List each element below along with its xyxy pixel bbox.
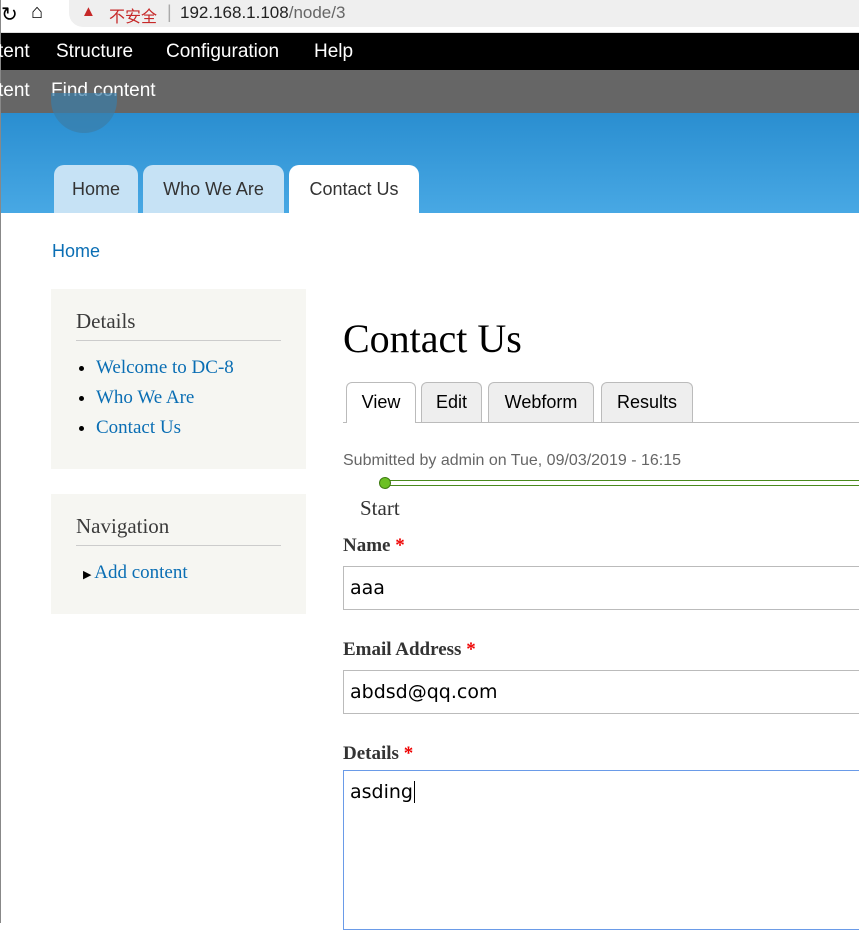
link-add-content[interactable]: Add content bbox=[94, 562, 187, 583]
required-mark: * bbox=[395, 535, 405, 556]
navigation-title: Navigation bbox=[76, 514, 281, 546]
progress-step-label: Start bbox=[360, 496, 400, 520]
url-path: /node/3 bbox=[288, 3, 346, 22]
progress-step-dot bbox=[379, 477, 391, 489]
navigation-block: Navigation ▶ Add content bbox=[51, 494, 306, 614]
tab-who-we-are[interactable]: Who We Are bbox=[143, 165, 284, 213]
warning-icon: ▲ bbox=[81, 3, 96, 20]
tab-webform[interactable]: Webform bbox=[488, 382, 594, 422]
name-label-text: Name bbox=[343, 535, 391, 556]
divider: | bbox=[167, 2, 172, 22]
link-who-we-are[interactable]: Who We Are bbox=[96, 387, 194, 408]
reload-icon[interactable]: ↻ bbox=[1, 2, 18, 27]
required-mark: * bbox=[403, 743, 414, 764]
toolbar-content[interactable]: tent bbox=[0, 41, 30, 63]
tab-results[interactable]: Results bbox=[601, 382, 693, 422]
details-textarea[interactable]: asding bbox=[343, 770, 859, 930]
toolbar-structure[interactable]: Structure bbox=[56, 41, 133, 63]
url-host: 192.168.1.108 bbox=[180, 3, 289, 22]
page-title: Contact Us bbox=[343, 316, 522, 361]
shortcut-add-content[interactable]: tent bbox=[0, 80, 30, 102]
name-input[interactable]: aaa bbox=[343, 566, 859, 610]
url: 192.168.1.108/node/3 bbox=[180, 3, 345, 23]
progress-bar bbox=[385, 480, 859, 486]
details-label-text: Details bbox=[343, 743, 399, 764]
link-welcome[interactable]: Welcome to DC-8 bbox=[96, 357, 234, 378]
email-input[interactable]: abdsd@qq.com bbox=[343, 670, 859, 714]
security-warning: 不安全 bbox=[109, 9, 158, 26]
tab-edit[interactable]: Edit bbox=[421, 382, 482, 422]
home-icon[interactable]: ⌂ bbox=[31, 1, 43, 24]
tab-home[interactable]: Home bbox=[54, 165, 138, 213]
details-block: Details Welcome to DC-8 Who We Are Conta… bbox=[51, 289, 306, 469]
browser-bar: ↻ ⌂ ▲ 不安全 | 192.168.1.108/node/3 bbox=[1, 0, 859, 33]
link-contact-us[interactable]: Contact Us bbox=[96, 417, 181, 438]
admin-toolbar: tent Structure Configuration Help bbox=[0, 33, 859, 70]
email-label: Email Address * bbox=[343, 639, 476, 661]
text-cursor bbox=[413, 781, 415, 803]
drupal-logo-icon[interactable] bbox=[51, 93, 117, 133]
details-title: Details bbox=[76, 309, 281, 341]
required-mark: * bbox=[466, 639, 476, 660]
shortcuts-bar: tent Find content bbox=[0, 70, 859, 113]
toolbar-configuration[interactable]: Configuration bbox=[166, 41, 279, 63]
toolbar-help[interactable]: Help bbox=[314, 41, 353, 63]
email-label-text: Email Address bbox=[343, 639, 462, 660]
tabs-divider bbox=[343, 422, 859, 423]
breadcrumb-home[interactable]: Home bbox=[52, 241, 100, 262]
submitted-info: Submitted by admin on Tue, 09/03/2019 - … bbox=[343, 452, 682, 469]
triangle-right-icon: ▶ bbox=[83, 569, 95, 581]
tab-contact-us[interactable]: Contact Us bbox=[289, 165, 419, 213]
details-label: Details * bbox=[343, 743, 413, 765]
address-bar[interactable]: ▲ 不安全 | 192.168.1.108/node/3 bbox=[69, 0, 859, 27]
name-label: Name * bbox=[343, 535, 405, 557]
details-value: asding bbox=[350, 781, 413, 803]
tab-view[interactable]: View bbox=[346, 382, 416, 423]
